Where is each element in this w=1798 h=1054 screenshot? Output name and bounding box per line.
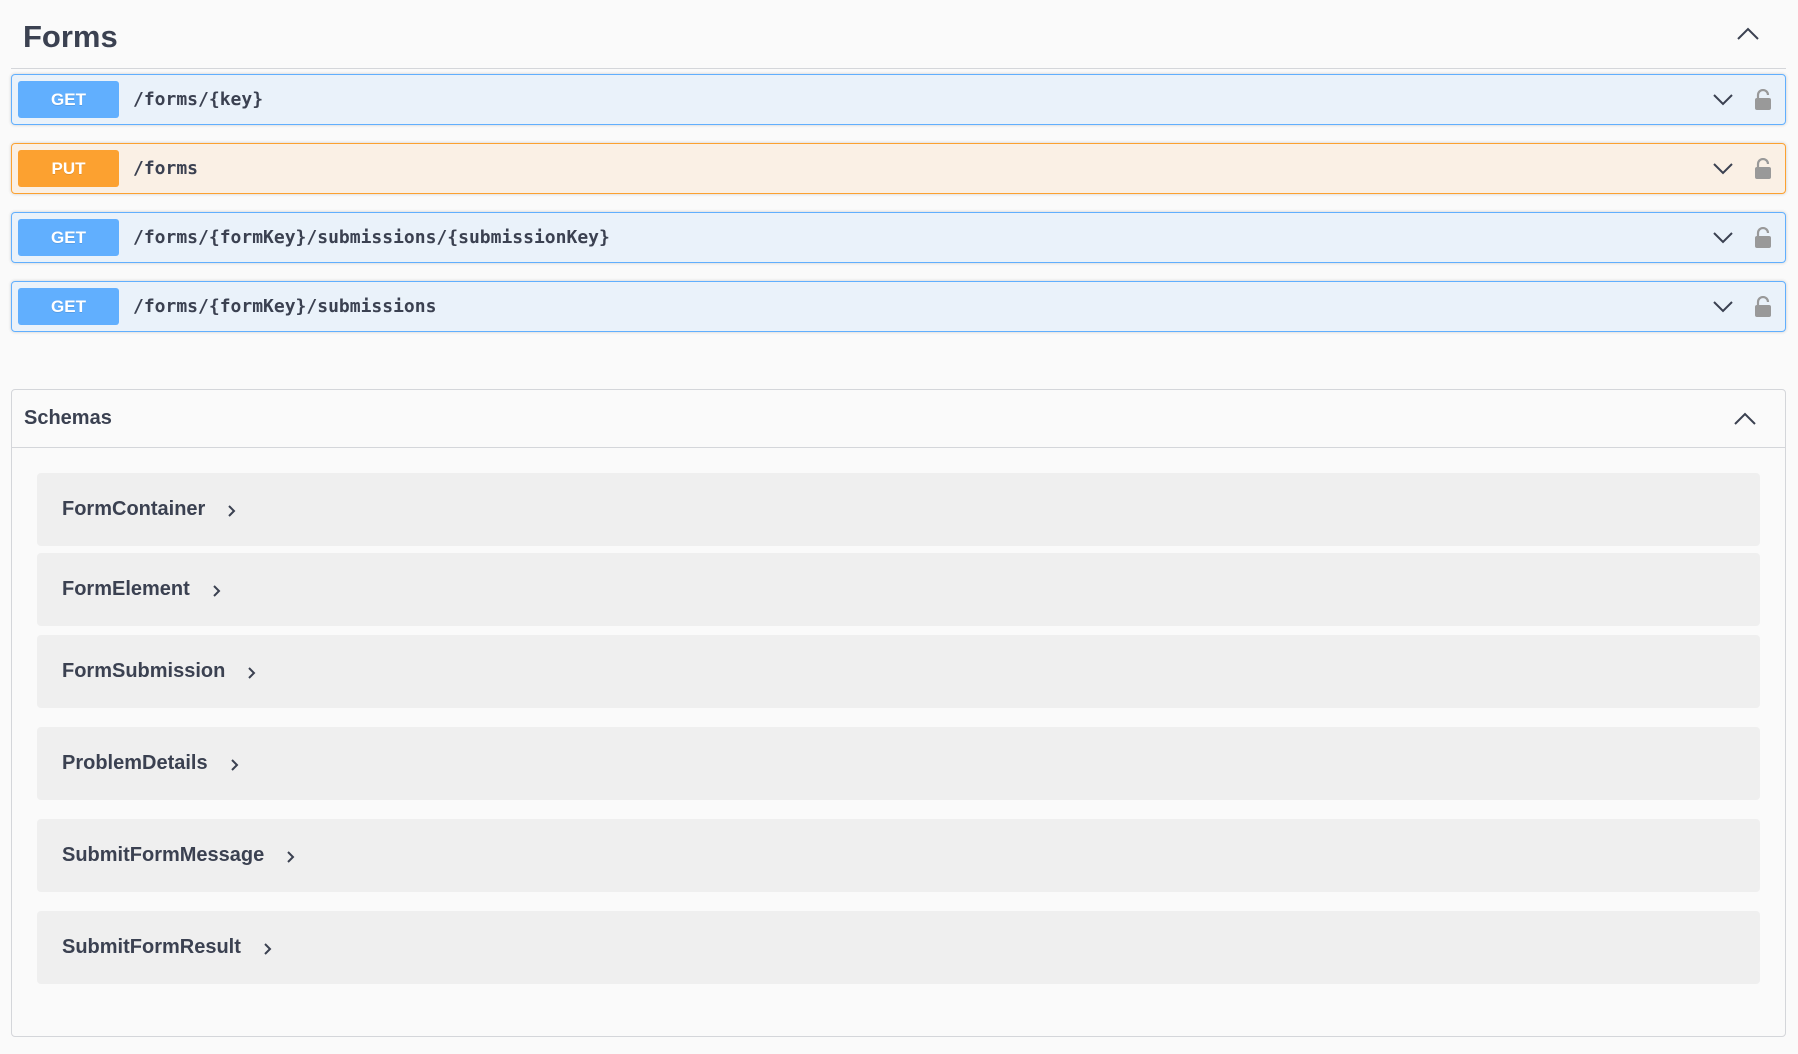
operation-get-forms-key[interactable]: GET /forms/{key}	[11, 74, 1786, 125]
model-item-formsubmission[interactable]: FormSubmission	[37, 635, 1760, 708]
model-name: FormContainer	[62, 498, 206, 520]
schemas-collapse-button[interactable]	[1725, 399, 1765, 439]
lock-icon	[1755, 295, 1771, 317]
model-name: SubmitFormResult	[62, 936, 241, 958]
schemas-title: Schemas	[24, 407, 112, 429]
chevron-down-icon	[1713, 301, 1733, 313]
chevron-right-icon	[263, 942, 272, 956]
model-item-formelement[interactable]: FormElement	[37, 553, 1760, 626]
section-title: Forms	[23, 19, 118, 54]
schemas-header[interactable]: Schemas	[12, 390, 1785, 448]
model-name: FormElement	[62, 578, 190, 600]
method-badge: GET	[18, 219, 119, 256]
schemas-section: Schemas FormContainer FormElement FormSu…	[11, 389, 1786, 1037]
model-name: SubmitFormMessage	[62, 844, 265, 866]
method-badge: PUT	[18, 150, 119, 187]
forms-section-header[interactable]: Forms	[11, 0, 1786, 69]
operation-path: /forms/{formKey}/submissions	[133, 296, 437, 317]
expand-operation-button[interactable]	[1707, 149, 1739, 189]
chevron-down-icon	[1713, 94, 1733, 106]
model-name: ProblemDetails	[62, 752, 208, 774]
section-collapse-button[interactable]	[1728, 14, 1768, 54]
model-item-submitformresult[interactable]: SubmitFormResult	[37, 911, 1760, 984]
method-badge: GET	[18, 288, 119, 325]
chevron-down-icon	[1713, 163, 1733, 175]
expand-operation-button[interactable]	[1707, 218, 1739, 258]
operation-path: /forms	[133, 158, 199, 179]
operation-path: /forms/{formKey}/submissions/{submission…	[133, 227, 610, 248]
authorize-lock-button[interactable]	[1747, 287, 1779, 327]
expand-operation-button[interactable]	[1707, 80, 1739, 120]
lock-icon	[1755, 226, 1771, 248]
chevron-up-icon	[1737, 27, 1759, 40]
lock-icon	[1755, 157, 1771, 179]
authorize-lock-button[interactable]	[1747, 149, 1779, 189]
expand-operation-button[interactable]	[1707, 287, 1739, 327]
chevron-right-icon	[286, 850, 295, 864]
chevron-right-icon	[247, 666, 256, 680]
chevron-down-icon	[1713, 232, 1733, 244]
model-item-problemdetails[interactable]: ProblemDetails	[37, 727, 1760, 800]
operation-path: /forms/{key}	[133, 89, 264, 110]
operations-list: GET /forms/{key} PUT /forms GET /forms/{…	[11, 74, 1786, 350]
lock-icon	[1755, 88, 1771, 110]
model-name: FormSubmission	[62, 660, 226, 682]
chevron-right-icon	[212, 584, 221, 598]
operation-get-submission[interactable]: GET /forms/{formKey}/submissions/{submis…	[11, 212, 1786, 263]
operation-put-forms[interactable]: PUT /forms	[11, 143, 1786, 194]
chevron-right-icon	[230, 758, 239, 772]
model-list: FormContainer FormElement FormSubmission…	[37, 473, 1760, 1003]
authorize-lock-button[interactable]	[1747, 218, 1779, 258]
chevron-up-icon	[1734, 412, 1756, 425]
method-badge: GET	[18, 81, 119, 118]
model-item-submitformmessage[interactable]: SubmitFormMessage	[37, 819, 1760, 892]
model-item-formcontainer[interactable]: FormContainer	[37, 473, 1760, 546]
authorize-lock-button[interactable]	[1747, 80, 1779, 120]
operation-get-submissions[interactable]: GET /forms/{formKey}/submissions	[11, 281, 1786, 332]
chevron-right-icon	[227, 504, 236, 518]
